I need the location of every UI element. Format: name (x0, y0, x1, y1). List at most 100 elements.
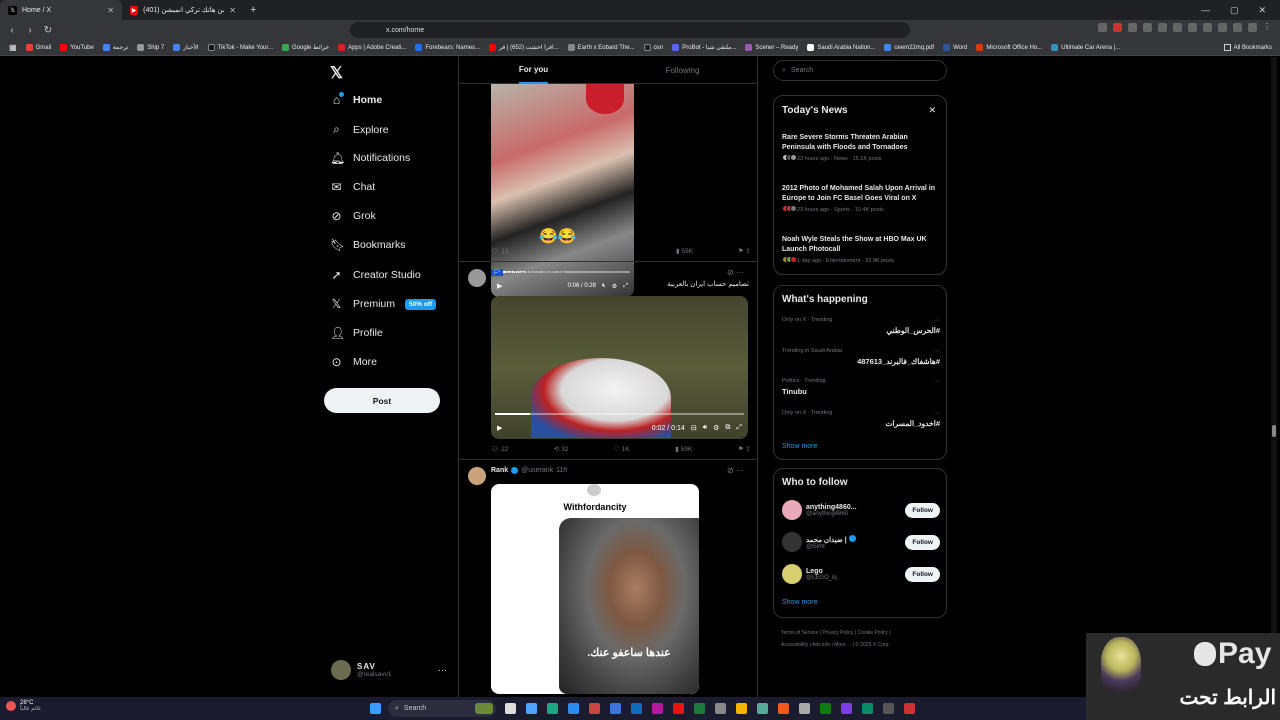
account-switcher[interactable]: SAV @realsavv1 (331, 660, 391, 680)
post1-video[interactable]: 😂😂 ▶ 0:06 / 0:28 🔇︎ ⚙ ⤢ (491, 84, 634, 297)
follow-suggestion[interactable]: Lego @LEGO_lq Follow (782, 563, 940, 585)
bookmark-item[interactable]: Word (940, 44, 970, 51)
tab-youtube[interactable]: ▶ (401) بورك من هاتك تركي انميشن ✕ (122, 0, 244, 20)
bookmark-item[interactable]: Saudi Arabia Nation... (804, 44, 878, 51)
footer-link[interactable]: Privacy Policy (822, 630, 853, 636)
reply-button[interactable]: 💬︎ 22 (491, 445, 508, 453)
like-button[interactable]: ♡ 261 (613, 247, 632, 255)
opera-icon[interactable] (673, 703, 684, 714)
bookmark-item[interactable]: ProBot - ملتقى شيا... (669, 44, 739, 51)
app-icon[interactable] (757, 703, 768, 714)
post-author-name[interactable]: Rank (491, 467, 508, 474)
outlook-icon[interactable] (631, 703, 642, 714)
bookmark-item[interactable]: TikTok - Make Your... (205, 44, 276, 51)
bookmark-item[interactable]: Google خرائط (279, 44, 332, 51)
weather-widget[interactable]: 28°C غائم غالباً (6, 700, 41, 712)
bookmark-item[interactable]: Ultimate Car Arena |... (1048, 44, 1123, 51)
close-tab-icon[interactable]: ✕ (229, 6, 236, 15)
excel-icon[interactable] (694, 703, 705, 714)
trend-more-icon[interactable]: ··· (933, 378, 940, 385)
show-more-link[interactable]: Show more (782, 599, 817, 606)
taskview-icon[interactable] (505, 703, 516, 714)
nav-home[interactable]: ⌂ Home (330, 92, 382, 107)
extension-icon[interactable] (1113, 23, 1122, 32)
store-icon[interactable] (610, 703, 621, 714)
back-icon[interactable]: ‹ (6, 25, 18, 36)
post-button[interactable]: Post (324, 388, 440, 413)
trend-more-icon[interactable]: ··· (933, 348, 940, 355)
app-icon[interactable] (589, 703, 600, 714)
footer-link[interactable]: Accessibility (781, 642, 808, 648)
bookmark-item[interactable]: Gmail (23, 44, 55, 51)
edge-icon[interactable] (547, 703, 558, 714)
tab-following[interactable]: Following (608, 57, 757, 83)
follow-suggestion[interactable]: ضيدان محمد | @l5lmt Follow (782, 531, 940, 553)
footer-link[interactable]: More ... (834, 642, 851, 648)
trend-item[interactable]: Politics · Trending Tinubu ··· (782, 378, 940, 396)
like-button[interactable]: ♡ 1K (614, 445, 630, 453)
trend-item[interactable]: Only on X · Trending #اخدود_المسرات ··· (782, 410, 940, 428)
app-icon[interactable] (904, 703, 915, 714)
extension-icon[interactable] (1098, 23, 1107, 32)
bookmark-button[interactable]: ⚑ ⇪ (738, 247, 751, 255)
bookmark-item[interactable]: اقرا اخشت (652) | قر... (486, 44, 562, 51)
bookmark-item[interactable]: Forebears: Names... (412, 44, 483, 51)
close-window-icon[interactable]: ✕ (1258, 5, 1266, 16)
follow-button[interactable]: Follow (905, 502, 940, 518)
brave-icon[interactable] (778, 703, 789, 714)
grok-post-icon[interactable]: ⊘ ··· (727, 268, 744, 277)
bookmark-button[interactable]: ⚑ ⇪ (738, 445, 751, 453)
bookmark-item[interactable]: osn (641, 44, 667, 51)
pip-icon[interactable]: ⧉ (725, 424, 730, 432)
new-tab-button[interactable]: + (244, 4, 262, 16)
close-tab-icon[interactable]: ✕ (107, 6, 114, 15)
post2-video[interactable]: ▶ 0:02 / 0:14 ⊟ 🔊︎ ⚙ ⧉ ⤢ (491, 296, 748, 439)
forward-icon[interactable]: › (24, 25, 36, 36)
post-handle[interactable]: @an43327 (506, 269, 540, 276)
repost-button[interactable]: ⟲ 32 (554, 445, 569, 453)
play-icon[interactable]: ▶ (497, 424, 502, 432)
show-more-link[interactable]: Show more (782, 443, 817, 450)
bookmark-item[interactable]: Scener – Ready (742, 44, 801, 51)
fullscreen-icon[interactable]: ⤢ (623, 283, 628, 290)
trend-more-icon[interactable]: ··· (933, 317, 940, 324)
nav-profile[interactable]: 👤︎ Profile (330, 326, 383, 340)
extension-icon[interactable] (1173, 23, 1182, 32)
follow-button[interactable]: Follow (905, 534, 940, 550)
trend-item[interactable]: Only on X · Trending #الحرس_الوطني ··· (782, 317, 940, 335)
copilot-icon[interactable] (526, 703, 537, 714)
bookmark-item[interactable]: الأخبار (170, 44, 201, 51)
x-logo-icon[interactable]: 𝕏 (330, 63, 343, 83)
nav-chat[interactable]: ✉ Chat (330, 180, 375, 194)
nav-more[interactable]: ⊙ More (330, 355, 376, 369)
avatar[interactable] (468, 467, 486, 485)
trend-item[interactable]: Trending in Saudi Arabia #هاشفاك_فالبرند… (782, 348, 940, 366)
fullscreen-icon[interactable]: ⤢ (736, 424, 742, 432)
bookmark-item[interactable]: Earth x Eobard The... (565, 44, 638, 51)
nav-premium[interactable]: 𝕏 Premium 50% off (330, 297, 437, 311)
extension-icon[interactable] (1188, 23, 1197, 32)
extension-icon[interactable] (1158, 23, 1167, 32)
extension-icon[interactable] (1248, 23, 1257, 32)
app-icon[interactable] (883, 703, 894, 714)
extension-icon[interactable] (1128, 23, 1137, 32)
search-input[interactable]: ⌕ Search (773, 60, 947, 81)
nav-notifications[interactable]: 🔔︎ Notifications (330, 151, 410, 165)
repost-button[interactable]: ⟲ 13 (553, 247, 568, 255)
footer-link[interactable]: Terms of Service (781, 630, 818, 636)
page-scrollbar[interactable] (1271, 57, 1277, 697)
footer-link[interactable]: Cookie Policy (858, 630, 888, 636)
volume-icon[interactable]: 🔊︎ (703, 424, 707, 432)
nav-creator-studio[interactable]: ➚ Creator Studio (330, 268, 420, 282)
news-item[interactable]: Noah Wyle Steals the Show at HBO Max UK … (782, 235, 940, 265)
app-icon[interactable] (799, 703, 810, 714)
avatar[interactable] (468, 269, 486, 287)
settings-icon[interactable]: ⚙ (713, 424, 719, 432)
apps-icon[interactable]: ▦ (6, 43, 20, 52)
captions-icon[interactable]: ⊟ (691, 424, 697, 432)
bookmark-item[interactable]: ترجمة (100, 44, 131, 51)
photos-icon[interactable] (568, 703, 579, 714)
extension-icon[interactable] (1203, 23, 1212, 32)
follow-suggestion[interactable]: anything4860... @anything4860 Follow (782, 499, 940, 521)
close-icon[interactable]: ✕ (928, 105, 936, 116)
